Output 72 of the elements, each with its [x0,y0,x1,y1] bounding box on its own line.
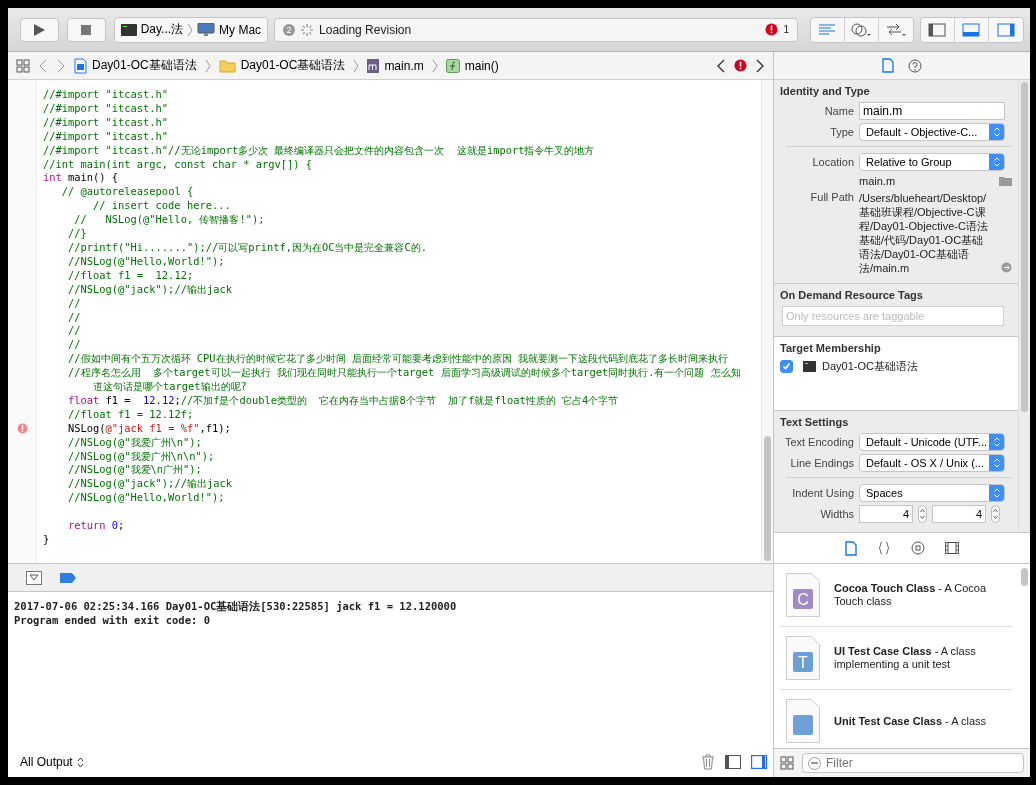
code-line: // NSLog(@"Hello, 传智播客!"); [73,213,266,228]
indent-width-field[interactable]: 4 [932,505,986,523]
filter-field[interactable]: Filter [802,753,1024,773]
output-selector[interactable]: All Output [20,755,84,769]
code-line: } [43,533,51,547]
scheme-selector[interactable]: Day...法 [118,21,186,38]
full-path: /Users/blueheart/Desktop/基础班课程/Objective-C课程/Day01-Objective-C语法基础/代码/Day01-OC基础语法/Day01-OC基础语法/main.m [859,191,989,275]
code-line: //#import "itcast.h" [43,115,170,130]
field-label: Type [829,126,854,138]
field-label: Widths [819,508,854,520]
type-dropdown[interactable]: Default - Objective-C... [859,123,1005,141]
destination-selector[interactable]: My Mac [195,22,264,37]
code-line: //float f1 = 12.12f; [67,407,195,422]
issue-count: 1 [783,24,789,35]
code-line: //int main(int argc, const char * argv[]) { [43,157,313,172]
code-line: //假如中间有个五万次循环 CPU在执行的时候它花了多少时间 后面经常可能要考虑到性能中的原因 我就要测一下这段代码到底花了多长时间来执行 [67,352,730,367]
code-line: return 0; [67,519,126,533]
code-line: //printf("Hi.......");//可以写printf,因为在OC当中是完全兼容C的. [67,240,428,255]
settings-dropdown[interactable]: Spaces [859,484,1005,502]
section-title: On Demand Resource Tags [780,289,924,301]
path-item[interactable]: main.m [367,58,424,73]
tab-width-field[interactable]: 4 [859,505,913,523]
template-item[interactable]: T UI Test Case Class - A class implementing a unit test [780,627,1013,690]
console-line: Program ended with exit code: 0 [14,613,211,627]
code-line: //#import "itcast.h"//无论import多少次 最终编译器只会把文件的内容包含一次 这就是import指令牛叉的地方 [43,143,596,158]
code-line: // [67,296,82,311]
field-label: Text Encoding [783,436,854,448]
code-line: //float f1 = 12.12; [67,268,195,283]
code-line: //} [67,227,88,241]
code-line: NSLog(@"jack f1 = %f",f1); [67,421,232,436]
tags-field[interactable]: Only resources are taggable [782,306,1004,326]
location-dropdown[interactable]: Relative to Group [859,153,1005,171]
settings-dropdown[interactable]: Default - Unicode (UTF... [859,433,1005,451]
code-line: //NSLog(@"Hello,World!"); [67,491,226,506]
code-line: //NSLog(@"jack");//输出jack [67,477,233,492]
section-title: Text Settings [780,416,850,428]
name-field[interactable]: main.m [859,102,1005,120]
section-title: Identity and Type [780,85,871,97]
field-label: Indent Using [791,487,854,499]
file-template-icon: C [786,573,820,617]
code-line: int main() { [43,171,120,186]
field-label: Line Endings [789,457,854,469]
code-line: //#import "itcast.h" [43,129,170,144]
code-line: //NSLog(@"jack");//输出jack [67,282,233,297]
code-line: //NSLog(@"Hello,World!"); [67,254,226,269]
field-label: Full Path [809,191,854,203]
target-name: Day01-OC基础语法 [822,359,918,374]
code-line: //#import "itcast.h" [43,101,170,116]
section-title: Target Membership [780,342,882,354]
field-label: Name [823,105,854,117]
activity-count: 2 [283,23,296,36]
code-line: // @autoreleasepool { [60,185,195,200]
path-item[interactable]: Day01-OC基础语法 [218,57,346,74]
status-text: Loading Revision [319,22,412,37]
console-line: 2017-07-06 02:25:34.166 Day01-OC基础语法[530:22585] jack f1 = 12.120000 [14,599,458,613]
path-item[interactable]: main() [445,58,499,73]
field-label: Location [811,156,854,168]
code-line: //NSLog(@"我爱\n广州"); [67,463,203,478]
settings-dropdown[interactable]: Default - OS X / Unix (... [859,454,1005,472]
code-line: // [67,324,82,339]
template-item[interactable]: C Cocoa Touch Class - A Cocoa Touch class [780,564,1013,627]
code-line: float f1 = 12.12;//不加f是个double类型的 它在内存当中占据8个字节 加了f就是float性质的 它占4个字节 [67,393,620,408]
code-line: // [67,338,82,353]
code-line: //NSLog(@"我爱广州\n\n"); [67,449,216,464]
file-name: main.m [859,174,897,188]
file-template-icon: T [786,636,820,680]
code-line: //程序名怎么用 多个target可以一起执行 我们现在同时只能执行一个target 后面学习高级调试的时候多个target同时执行.有一个问题 怎么知道这句话是哪个target输出的呢? [67,366,742,394]
code-line: //#import "itcast.h" [43,88,170,102]
code-line: // insert code here... [92,199,232,214]
path-item[interactable]: Day01-OC基础语法 [74,57,197,74]
code-line: // [67,310,82,325]
code-line: //NSLog(@"我爱广州\n"); [67,435,203,450]
